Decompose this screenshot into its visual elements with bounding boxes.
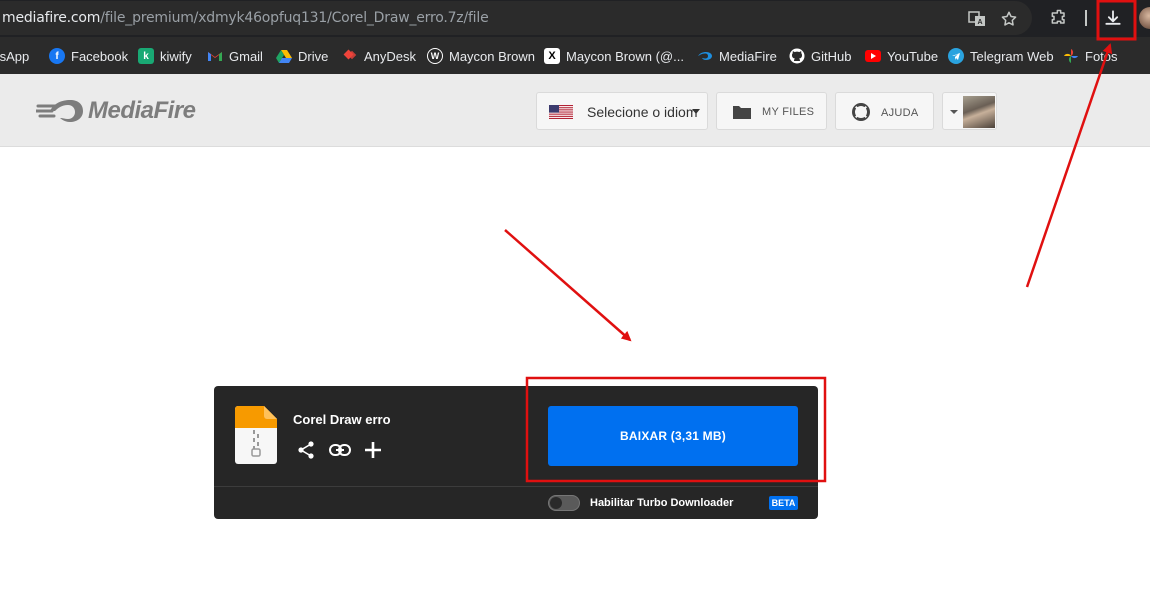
browser-toolbar: mediafire.com/file_premium/xdmyk46opfuq1… [0, 0, 1150, 37]
facebook-icon: f [49, 48, 65, 64]
bookmark-youtube[interactable]: YouTube [865, 47, 938, 65]
bookmark-label: kiwify [160, 48, 192, 64]
w-icon: W [427, 48, 443, 64]
caret-down-icon [692, 109, 700, 114]
bookmark-maycon-brown-x[interactable]: X Maycon Brown (@... [544, 47, 684, 65]
share-icon[interactable] [295, 439, 317, 461]
x-icon: X [544, 48, 560, 64]
lifebuoy-icon [852, 103, 870, 121]
my-files-button[interactable]: MY FILES [716, 92, 827, 130]
url-path: /file_premium/xdmyk46opfuq131/Corel_Draw… [100, 10, 489, 26]
bookmark-anydesk[interactable]: AnyDesk [342, 47, 416, 65]
bookmark-label: Drive [298, 48, 329, 64]
drive-icon [276, 48, 292, 64]
mediafire-icon [697, 48, 713, 64]
url-host: mediafire.com [2, 10, 101, 26]
bookmark-label: Facebook [71, 48, 129, 64]
bookmark-facebook[interactable]: f Facebook [49, 47, 128, 65]
toggle-knob [550, 497, 562, 509]
user-avatar [963, 96, 995, 128]
site-header: MediaFire Selecione o idiom MY FILES AJU… [0, 74, 1150, 147]
download-card: Corel Draw erro BAIXAR (3,31 MB) Habilit… [214, 386, 818, 519]
svg-text:A: A [977, 19, 982, 26]
bookmarks-bar: tsApp f Facebook k kiwify Gmail Drive A [0, 37, 1150, 74]
bookmark-drive[interactable]: Drive [276, 47, 328, 65]
annotation-arrow-download-button [504, 229, 632, 342]
mediafire-flame-icon [36, 100, 83, 122]
bookmark-telegram[interactable]: Telegram Web [948, 47, 1054, 65]
bookmark-label: GitHub [811, 48, 852, 64]
bookmark-kiwify[interactable]: k kiwify [138, 47, 192, 65]
gmail-icon [207, 48, 223, 64]
profile-avatar[interactable] [1139, 7, 1150, 29]
download-button[interactable]: BAIXAR (3,31 MB) [548, 406, 798, 466]
bookmark-label: Maycon Brown [449, 48, 535, 64]
help-label: AJUDA [881, 107, 919, 119]
bookmark-mediafire[interactable]: MediaFire [697, 47, 777, 65]
kiwify-icon: k [138, 48, 154, 64]
bookmark-gmail[interactable]: Gmail [207, 47, 263, 65]
bookmark-label: Gmail [229, 48, 263, 64]
logo-text: MediaFire [88, 97, 196, 124]
anydesk-icon [342, 48, 358, 64]
turbo-toggle[interactable] [548, 495, 580, 511]
address-bar[interactable]: mediafire.com/file_premium/xdmyk46opfuq1… [0, 1, 1032, 35]
link-icon[interactable] [329, 439, 351, 461]
bookmark-label: AnyDesk [364, 48, 417, 64]
star-icon[interactable] [997, 7, 1021, 31]
bookmark-label: Fotos [1085, 48, 1118, 64]
bookmark-whatsapp[interactable]: tsApp [0, 47, 29, 65]
help-button[interactable]: AJUDA [835, 92, 934, 130]
bookmark-label: tsApp [0, 48, 30, 64]
user-menu-button[interactable] [942, 92, 997, 130]
bookmark-label: Telegram Web [970, 48, 1054, 64]
caret-down-icon [950, 110, 958, 114]
photos-icon [1063, 48, 1079, 64]
page: mediafire.com/file_premium/xdmyk46opfuq1… [0, 0, 1150, 597]
file-name: Corel Draw erro [293, 412, 391, 427]
extensions-icon[interactable] [1047, 6, 1071, 30]
bookmark-label: Maycon Brown (@... [566, 48, 684, 64]
language-selector[interactable]: Selecione o idiom [536, 92, 708, 130]
folder-icon [733, 106, 751, 119]
github-icon [789, 48, 805, 64]
download-icon[interactable] [1101, 6, 1125, 30]
bookmark-label: YouTube [887, 48, 939, 64]
bookmark-github[interactable]: GitHub [789, 47, 851, 65]
bookmark-maycon-brown[interactable]: W Maycon Brown [427, 47, 535, 65]
zip-file-icon [235, 406, 277, 464]
youtube-icon [865, 50, 881, 62]
turbo-label: Habilitar Turbo Downloader [590, 497, 734, 509]
translate-icon[interactable]: A [965, 7, 989, 31]
my-files-label: MY FILES [762, 106, 815, 118]
telegram-icon [948, 48, 964, 64]
us-flag-icon [549, 105, 573, 119]
language-label: Selecione o idiom [587, 104, 698, 120]
toolbar-separator [1085, 10, 1087, 26]
card-divider [214, 486, 818, 487]
add-icon[interactable] [362, 439, 384, 461]
bookmark-fotos[interactable]: Fotos [1063, 47, 1118, 65]
beta-badge: BETA [769, 496, 798, 510]
mediafire-logo[interactable]: MediaFire [36, 96, 196, 126]
bookmark-label: MediaFire [719, 48, 777, 64]
url-text: mediafire.com/file_premium/xdmyk46opfuq1… [2, 10, 489, 26]
